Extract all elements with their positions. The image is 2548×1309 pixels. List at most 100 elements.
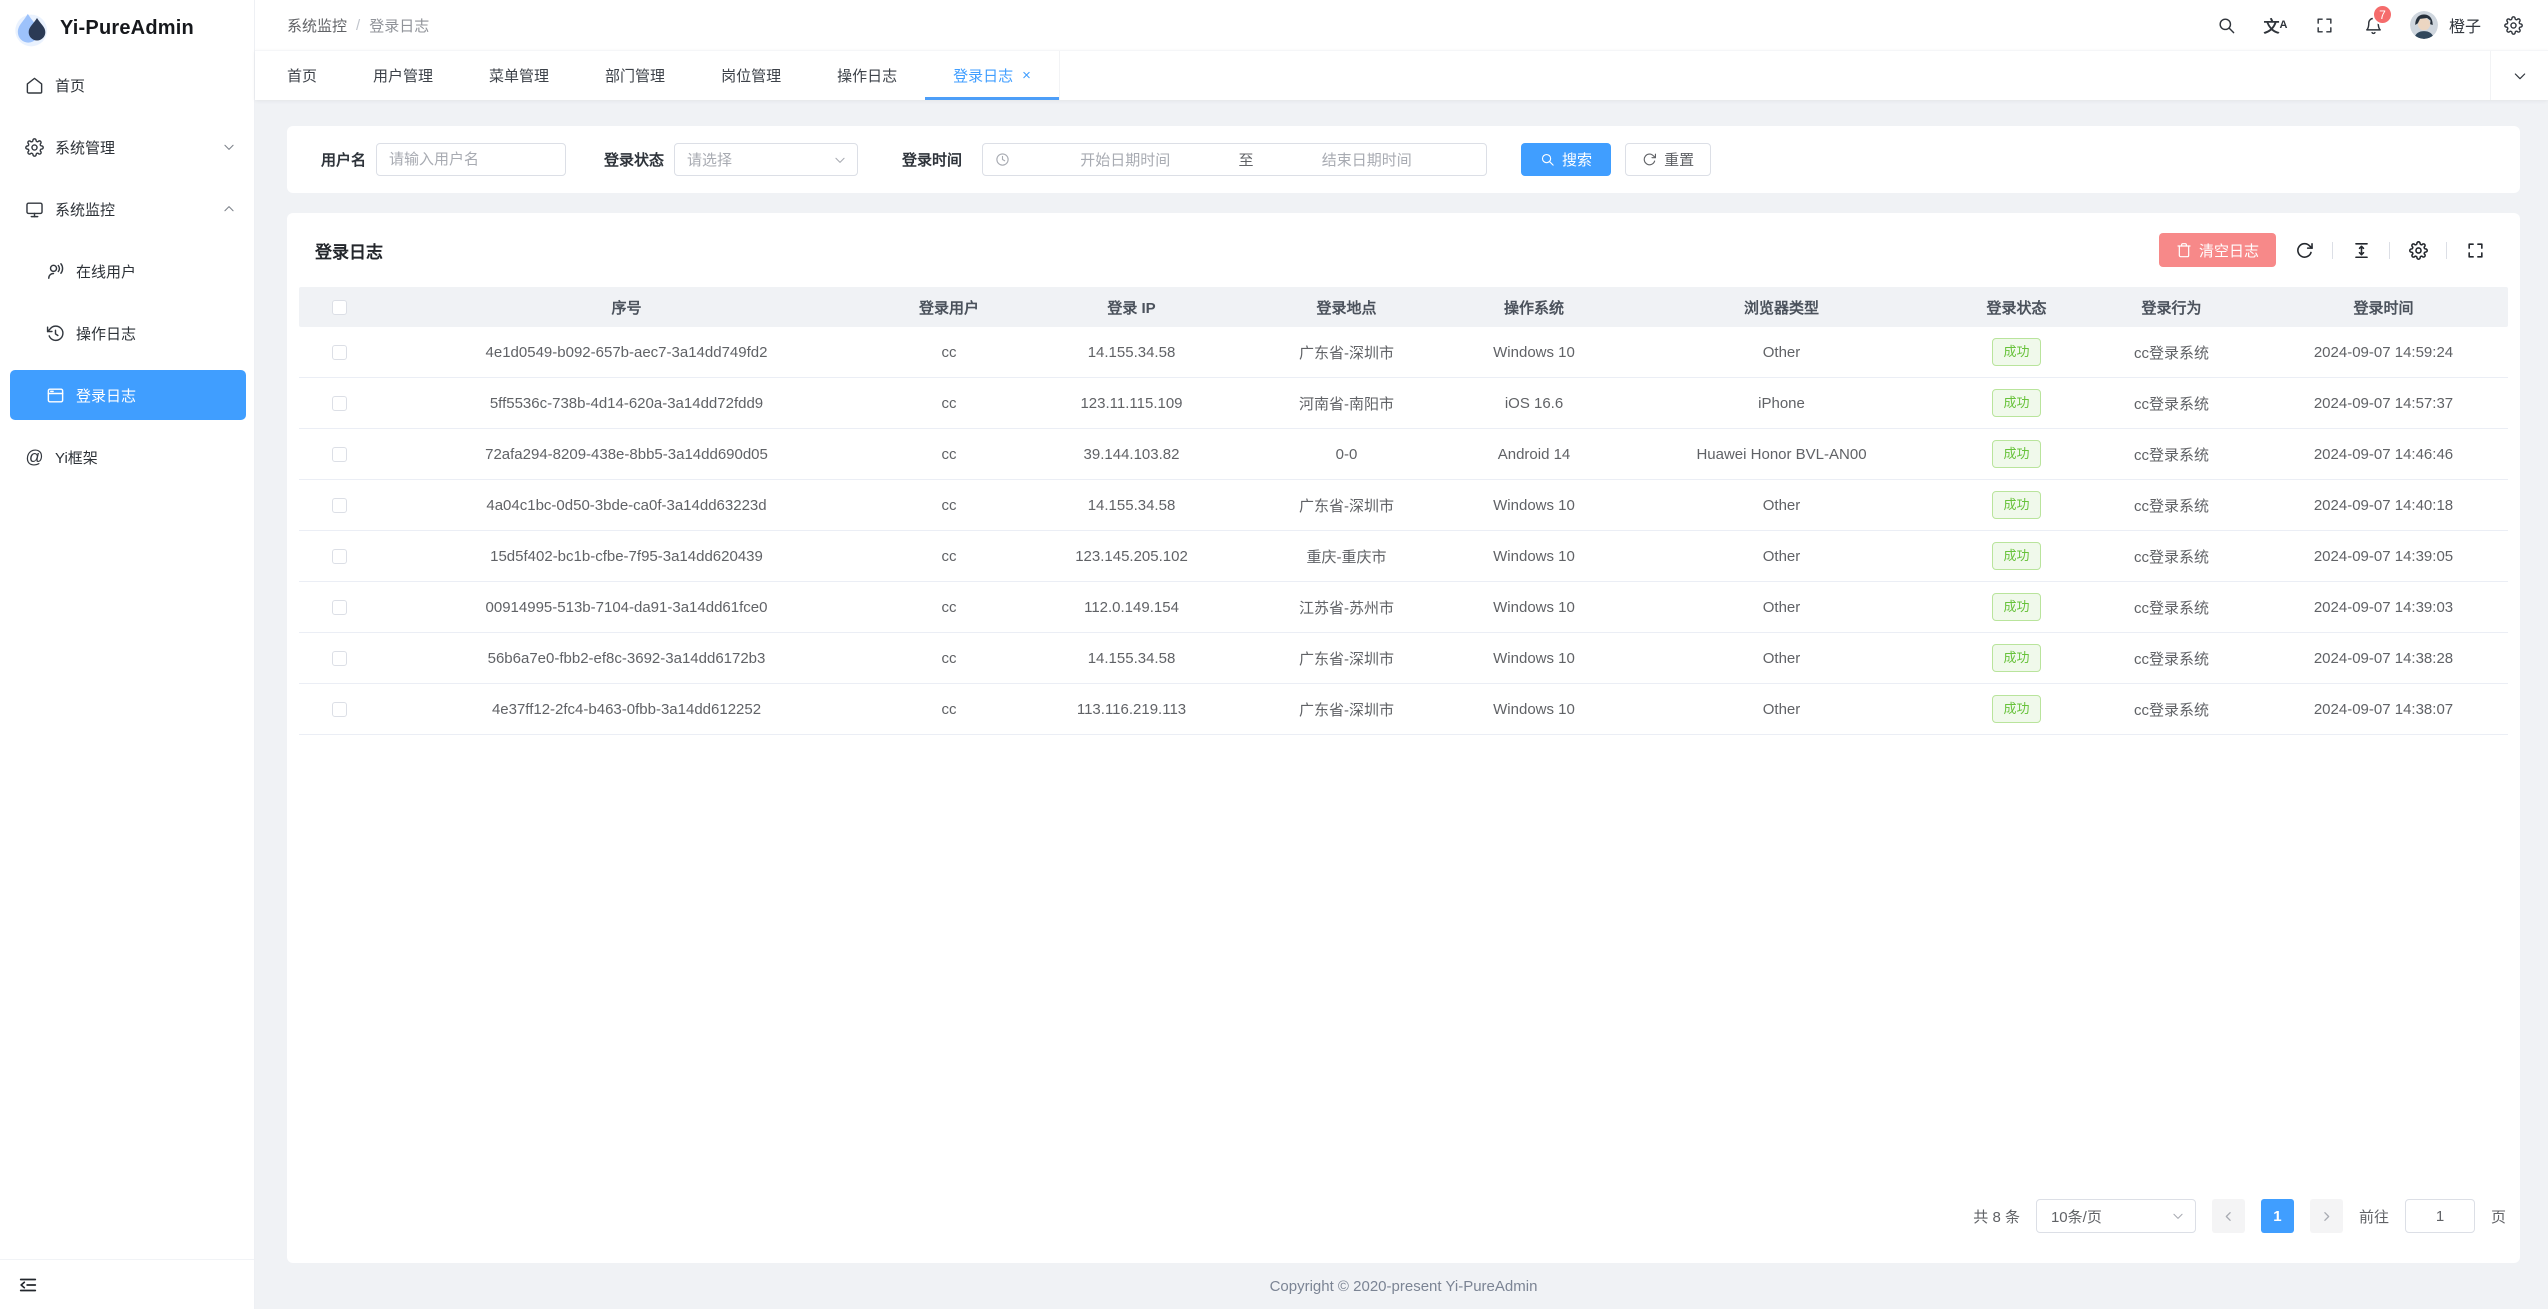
cell-login-time: 2024-09-07 14:46:46 — [2259, 446, 2508, 463]
breadcrumb-parent[interactable]: 系统监控 — [287, 15, 347, 36]
row-checkbox[interactable] — [332, 396, 347, 411]
settings-button[interactable] — [2489, 0, 2538, 50]
cell-login-time: 2024-09-07 14:40:18 — [2259, 497, 2508, 514]
notification-badge: 7 — [2372, 4, 2393, 25]
cell-login-behavior: cc登录系统 — [2084, 648, 2259, 669]
cell-login-location: 广东省-深圳市 — [1239, 699, 1454, 720]
collapse-sidebar-icon[interactable] — [17, 1274, 39, 1296]
translate-icon: 文A — [2264, 13, 2288, 37]
status-badge: 成功 — [1992, 542, 2040, 570]
cell-os: Windows 10 — [1454, 344, 1614, 361]
table-row: 4e1d0549-b092-657b-aec7-3a14dd749fd2 cc … — [299, 327, 2508, 378]
cell-serial-id: 00914995-513b-7104-da91-3a14dd61fce0 — [379, 599, 874, 616]
cell-login-ip: 14.155.34.58 — [1024, 344, 1239, 361]
header-checkbox-cell — [299, 299, 379, 316]
end-date-placeholder[interactable]: 结束日期时间 — [1260, 149, 1475, 170]
next-page-button[interactable] — [2310, 1199, 2343, 1233]
cell-browser: iPhone — [1614, 395, 1949, 412]
tab-home[interactable]: 首页 — [287, 51, 345, 100]
cell-os: Android 14 — [1454, 446, 1614, 463]
reset-button[interactable]: 重置 — [1625, 143, 1711, 176]
page-number-current[interactable]: 1 — [2261, 1199, 2294, 1233]
fullscreen-icon — [2315, 16, 2334, 35]
goto-page-input[interactable] — [2405, 1199, 2475, 1233]
tab-dept-management[interactable]: 部门管理 — [577, 51, 693, 100]
user-menu[interactable]: 橙子 — [2398, 11, 2489, 39]
clear-log-button[interactable]: 清空日志 — [2159, 233, 2276, 267]
row-checkbox[interactable] — [332, 345, 347, 360]
sidebar-menu: 首页 系统管理 系统监控 在线用户 操作日志 登录日志 @ Yi框架 — [0, 56, 254, 1259]
browser-window-icon — [46, 386, 65, 405]
row-checkbox[interactable] — [332, 702, 347, 717]
cell-login-time: 2024-09-07 14:39:05 — [2259, 548, 2508, 565]
login-time-range-picker[interactable]: 开始日期时间 至 结束日期时间 — [982, 143, 1487, 176]
tab-user-management[interactable]: 用户管理 — [345, 51, 461, 100]
toolbar-divider — [2332, 242, 2333, 259]
trash-icon — [2176, 242, 2192, 258]
login-status-select[interactable]: 请选择 — [674, 143, 858, 176]
cell-login-user: cc — [874, 446, 1024, 463]
refresh-table-button[interactable] — [2287, 233, 2321, 267]
top-bar: 系统监控 / 登录日志 文A 7 — [255, 0, 2548, 50]
column-header: 登录行为 — [2084, 297, 2259, 318]
tab-operation-log[interactable]: 操作日志 — [809, 51, 925, 100]
cell-login-user: cc — [874, 344, 1024, 361]
sidebar-item-operation-log[interactable]: 操作日志 — [10, 308, 246, 358]
start-date-placeholder[interactable]: 开始日期时间 — [1018, 149, 1233, 170]
row-checkbox[interactable] — [332, 498, 347, 513]
checkbox-cell — [299, 548, 379, 565]
cell-login-behavior: cc登录系统 — [2084, 495, 2259, 516]
cell-serial-id: 4e37ff12-2fc4-b463-0fbb-3a14dd612252 — [379, 701, 874, 718]
cell-login-behavior: cc登录系统 — [2084, 393, 2259, 414]
card-header: 登录日志 清空日志 — [287, 213, 2520, 287]
breadcrumb: 系统监控 / 登录日志 — [287, 15, 429, 36]
search-button[interactable] — [2202, 0, 2251, 50]
row-checkbox[interactable] — [332, 651, 347, 666]
select-all-checkbox[interactable] — [332, 300, 347, 315]
column-header: 浏览器类型 — [1614, 297, 1949, 318]
sidebar-item-login-log[interactable]: 登录日志 — [10, 370, 246, 420]
sidebar-item-system-management[interactable]: 系统管理 — [10, 122, 246, 172]
cell-login-status: 成功 — [1949, 491, 2084, 519]
notifications-button[interactable]: 7 — [2349, 0, 2398, 50]
cell-os: Windows 10 — [1454, 599, 1614, 616]
row-checkbox[interactable] — [332, 447, 347, 462]
tabs-menu-button[interactable] — [2490, 51, 2548, 100]
sidebar-item-label: 操作日志 — [76, 323, 136, 344]
close-tab-icon[interactable]: × — [1022, 67, 1031, 84]
row-checkbox[interactable] — [332, 549, 347, 564]
table-row: 4a04c1bc-0d50-3bde-ca0f-3a14dd63223d cc … — [299, 480, 2508, 531]
cell-login-ip: 14.155.34.58 — [1024, 497, 1239, 514]
app-logo[interactable]: Yi-PureAdmin — [0, 0, 254, 56]
tab-login-log[interactable]: 登录日志 × — [925, 51, 1060, 100]
cell-login-location: 重庆-重庆市 — [1239, 546, 1454, 567]
chevron-left-icon — [2222, 1210, 2235, 1223]
fullscreen-button[interactable] — [2300, 0, 2349, 50]
card-title: 登录日志 — [315, 238, 383, 263]
language-button[interactable]: 文A — [2251, 0, 2300, 50]
cell-os: Windows 10 — [1454, 701, 1614, 718]
username: 橙子 — [2449, 13, 2481, 37]
column-header: 登录地点 — [1239, 297, 1454, 318]
table-toolbar: 清空日志 — [2159, 233, 2492, 267]
tab-post-management[interactable]: 岗位管理 — [693, 51, 809, 100]
column-settings-button[interactable] — [2401, 233, 2435, 267]
cell-login-user: cc — [874, 599, 1024, 616]
sidebar-item-yi-framework[interactable]: @ Yi框架 — [10, 432, 246, 482]
row-density-button[interactable] — [2344, 233, 2378, 267]
row-checkbox[interactable] — [332, 600, 347, 615]
table-fullscreen-button[interactable] — [2458, 233, 2492, 267]
page-size-select[interactable]: 10条/页 — [2036, 1199, 2196, 1233]
prev-page-button[interactable] — [2212, 1199, 2245, 1233]
sidebar-item-home[interactable]: 首页 — [10, 60, 246, 110]
column-header: 操作系统 — [1454, 297, 1614, 318]
cell-browser: Other — [1614, 701, 1949, 718]
sidebar-item-system-monitor[interactable]: 系统监控 — [10, 184, 246, 234]
tab-menu-management[interactable]: 菜单管理 — [461, 51, 577, 100]
sidebar-item-online-users[interactable]: 在线用户 — [10, 246, 246, 296]
search-submit-button[interactable]: 搜索 — [1521, 143, 1611, 176]
sidebar-item-label: 登录日志 — [76, 385, 136, 406]
username-input[interactable] — [376, 143, 566, 176]
login-time-label: 登录时间 — [902, 149, 962, 170]
cell-browser: Other — [1614, 344, 1949, 361]
